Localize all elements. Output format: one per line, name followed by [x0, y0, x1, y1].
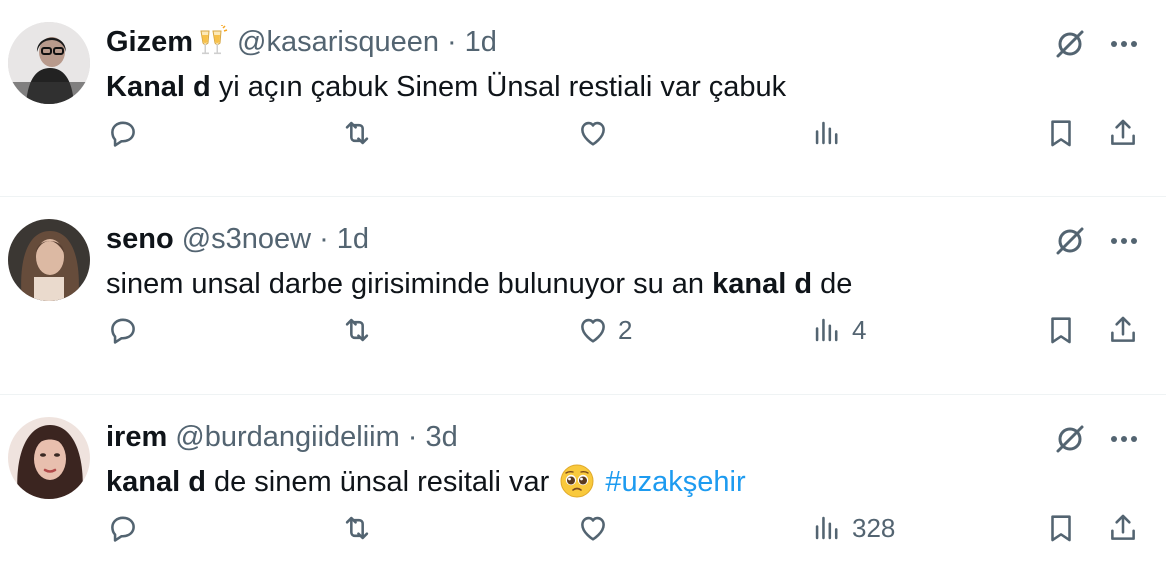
- keyword-bold: kanal d: [106, 466, 206, 498]
- reply-icon: [111, 318, 135, 344]
- share-icon: [1111, 316, 1135, 342]
- action-bar: 328: [0, 503, 1166, 553]
- like-icon: [581, 516, 605, 541]
- share-button[interactable]: [1106, 108, 1140, 158]
- retweet-button[interactable]: [340, 503, 382, 553]
- views-icon: [815, 516, 838, 540]
- bookmark-icon: [1051, 120, 1071, 147]
- reply-button[interactable]: [106, 503, 148, 553]
- reply-icon: [111, 121, 135, 147]
- share-icon: [1111, 119, 1135, 145]
- keyword-bold: Kanal d: [106, 71, 211, 103]
- reply-button[interactable]: [106, 305, 148, 355]
- separator-dot: ·: [319, 222, 329, 255]
- tweet-text-before: sinem unsal darbe girisiminde bulunuyor …: [106, 268, 713, 300]
- views-count: 4: [852, 314, 867, 345]
- tweet-text: Kanal d yi açın çabuk Sinem Ünsal restia…: [106, 66, 786, 108]
- bookmark-button[interactable]: [1044, 305, 1078, 355]
- display-name[interactable]: seno: [106, 223, 174, 256]
- tweet-text-after: de: [812, 268, 853, 300]
- share-button[interactable]: [1106, 503, 1140, 553]
- pleading-face-emoji: [559, 463, 595, 499]
- action-bar: 2 4: [0, 305, 1166, 355]
- retweet-button[interactable]: [340, 108, 382, 158]
- tweet-card[interactable]: irem @burdangiideliim · 3d kanal d de si…: [0, 394, 1166, 584]
- bookmark-icon: [1051, 515, 1071, 542]
- tweet-card[interactable]: seno @s3noew · 1d sinem unsal darbe giri…: [0, 196, 1166, 394]
- separator-dot: ·: [407, 420, 418, 453]
- tweet-header: irem @burdangiideliim · 3d: [106, 417, 458, 457]
- like-button[interactable]: [576, 503, 618, 553]
- tweet-header: seno @s3noew · 1d: [106, 219, 369, 259]
- keyword-bold: kanal d: [712, 268, 813, 300]
- reply-icon: [111, 516, 135, 542]
- timestamp[interactable]: 1d: [337, 223, 369, 256]
- separator-dot: ·: [446, 25, 457, 58]
- hashtag-link[interactable]: #uzakşehir: [605, 466, 745, 498]
- like-icon: [581, 121, 605, 146]
- display-name[interactable]: Gizem: [106, 26, 193, 59]
- more-icon[interactable]: [1104, 421, 1144, 457]
- clinking-glasses-emoji: [195, 25, 229, 59]
- views-button[interactable]: 4: [810, 305, 866, 355]
- tweet-header: Gizem @kasarisqueen · 1d: [106, 22, 497, 62]
- views-icon: [815, 318, 838, 342]
- timestamp[interactable]: 3d: [425, 421, 457, 454]
- share-button[interactable]: [1106, 305, 1140, 355]
- grok-icon[interactable]: [1052, 421, 1088, 457]
- display-name[interactable]: irem: [106, 421, 167, 454]
- share-icon: [1111, 514, 1135, 540]
- retweet-icon: [345, 516, 369, 540]
- more-icon[interactable]: [1104, 223, 1144, 259]
- avatar[interactable]: [8, 417, 90, 499]
- avatar[interactable]: [8, 22, 90, 104]
- bookmark-button[interactable]: [1044, 503, 1078, 553]
- retweet-icon: [345, 121, 369, 145]
- like-count: 2: [618, 314, 633, 345]
- views-icon: [815, 121, 838, 145]
- like-icon: [581, 318, 605, 343]
- grok-icon[interactable]: [1052, 223, 1088, 259]
- more-icon[interactable]: [1104, 26, 1144, 62]
- user-handle[interactable]: @kasarisqueen: [237, 26, 439, 59]
- avatar-photo: [8, 417, 90, 499]
- bookmark-icon: [1051, 317, 1071, 344]
- like-button[interactable]: [576, 108, 618, 158]
- tweet-text: kanal d de sinem ünsal resitali var #uza…: [106, 461, 746, 503]
- views-button[interactable]: [810, 108, 852, 158]
- tweet-card[interactable]: Gizem @kasarisqueen · 1d Kanal d yi açın…: [0, 0, 1166, 198]
- retweet-button[interactable]: [340, 305, 382, 355]
- avatar-photo: [8, 219, 90, 301]
- avatar-photo: [8, 22, 90, 104]
- views-count: 328: [852, 512, 896, 543]
- views-button[interactable]: 328: [810, 503, 895, 553]
- action-bar: [0, 108, 1166, 158]
- avatar[interactable]: [8, 219, 90, 301]
- tweet-text-rest: yi açın çabuk Sinem Ünsal restiali var ç…: [210, 71, 787, 103]
- user-handle[interactable]: @burdangiideliim: [175, 421, 400, 454]
- user-handle[interactable]: @s3noew: [182, 223, 311, 256]
- retweet-icon: [345, 318, 369, 342]
- grok-icon[interactable]: [1052, 26, 1088, 62]
- reply-button[interactable]: [106, 108, 148, 158]
- tweet-text-rest: de sinem ünsal resitali var: [205, 466, 558, 498]
- bookmark-button[interactable]: [1044, 108, 1078, 158]
- timestamp[interactable]: 1d: [465, 26, 497, 59]
- tweet-feed: Gizem @kasarisqueen · 1d Kanal d yi açın…: [0, 0, 1166, 584]
- like-button[interactable]: 2: [576, 305, 632, 355]
- tweet-text: sinem unsal darbe girisiminde bulunuyor …: [106, 263, 852, 305]
